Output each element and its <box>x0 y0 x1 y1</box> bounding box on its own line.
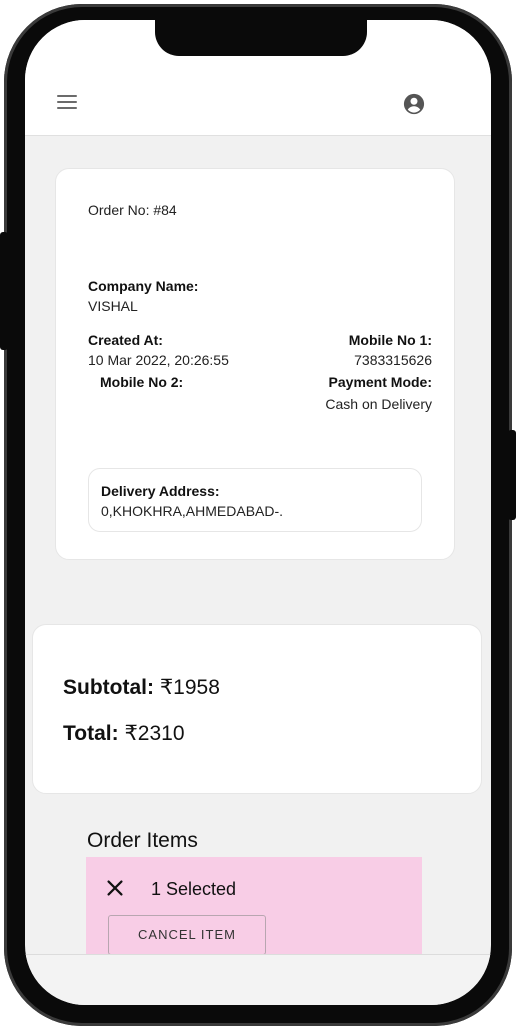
created-at-value: 10 Mar 2022, 20:26:55 <box>88 352 229 368</box>
company-name-label: Company Name: <box>88 278 199 294</box>
payment-mode-label: Payment Mode: <box>328 374 432 390</box>
phone-side-button <box>0 232 8 350</box>
order-items-title: Order Items <box>87 829 198 852</box>
created-at-label: Created At: <box>88 332 163 348</box>
mobile-no-1-label: Mobile No 1: <box>348 332 432 348</box>
close-icon[interactable] <box>104 877 126 899</box>
order-number: Order No: #84 <box>88 202 177 218</box>
mobile-no-2-label: Mobile No 2: <box>100 374 184 390</box>
menu-icon[interactable] <box>57 95 77 109</box>
order-info-card: Order No: #84 Company Name: VISHAL Creat… <box>55 168 455 560</box>
delivery-address-box: Delivery Address: 0,KHOKHRA,AHMEDABAD-. <box>88 468 422 532</box>
phone-notch <box>155 20 367 56</box>
totals-card: Subtotal: ₹1958 Total: ₹2310 <box>32 624 482 794</box>
account-circle-icon[interactable] <box>403 93 425 115</box>
company-name-value: VISHAL <box>88 298 138 314</box>
delivery-address-value: 0,KHOKHRA,AHMEDABAD-. <box>101 503 284 519</box>
phone-screen: Order No: #84 Company Name: VISHAL Creat… <box>25 20 491 1005</box>
order-details-content: Order No: #84 Company Name: VISHAL Creat… <box>25 136 491 954</box>
subtotal-label: Subtotal: <box>63 676 154 699</box>
total-value: ₹2310 <box>118 722 185 745</box>
mobile-no-1-value: 7383315626 <box>354 352 432 368</box>
total-label: Total: <box>63 722 119 745</box>
payment-mode-value: Cash on Delivery <box>325 396 432 412</box>
total-line: Total: ₹2310 <box>63 721 185 746</box>
selected-count: 1 Selected <box>151 879 237 899</box>
phone-mockup: Order No: #84 Company Name: VISHAL Creat… <box>0 0 516 1031</box>
selection-toolbar: 1 Selected CANCEL ITEM <box>86 857 422 954</box>
subtotal-line: Subtotal: ₹1958 <box>63 675 220 700</box>
bottom-bar <box>25 954 491 1005</box>
phone-side-button <box>508 430 516 520</box>
cancel-item-button[interactable]: CANCEL ITEM <box>108 915 266 954</box>
delivery-address-label: Delivery Address: <box>101 483 220 499</box>
subtotal-value: ₹1958 <box>153 676 220 699</box>
